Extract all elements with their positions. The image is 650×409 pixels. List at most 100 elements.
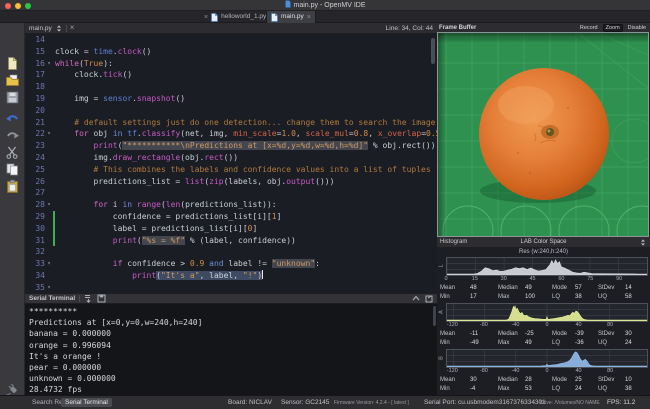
stat-value: 49	[525, 340, 532, 346]
code-line[interactable]: 21 # default settings just do one detect…	[25, 117, 437, 129]
code-line[interactable]: 18	[25, 81, 437, 93]
editor-scrollbar[interactable]	[431, 36, 435, 291]
color-space-select[interactable]: LAB Color Space	[437, 239, 650, 245]
code-line[interactable]: 19 img = sensor.snapshot()	[25, 93, 437, 105]
stat-label: Min	[440, 386, 450, 392]
tab-helloworld[interactable]: × helloworld_1.py	[200, 11, 270, 23]
code-line[interactable]: 30 label = predictions_list[i][0]	[25, 223, 437, 235]
code-line[interactable]: 15clock = time.clock()	[25, 46, 437, 58]
terminal-line: 28.4732 fps	[29, 384, 437, 395]
stat-label: Mode	[552, 285, 567, 291]
gutter-space	[45, 34, 53, 46]
zoom-button[interactable]: Zoom	[603, 24, 623, 32]
terminal-scrollbar[interactable]	[433, 306, 436, 326]
document-icon	[285, 0, 291, 8]
gutter-space	[45, 93, 53, 105]
stat-value: 24	[625, 340, 632, 346]
updown-icon[interactable]	[639, 238, 647, 247]
code-line[interactable]: 28▾ for i in range(len(predictions_list)…	[25, 199, 437, 211]
code-text: if confidence > 0.9 and label != "unknow…	[55, 258, 437, 270]
close-document-icon[interactable]: ×	[70, 24, 75, 32]
tab-label: main.py	[281, 11, 304, 23]
code-line[interactable]: 16▾while(True):	[25, 58, 437, 70]
code-line[interactable]: 22▾ for obj in tf.classify(net, img, min…	[25, 128, 437, 140]
line-number: 17	[25, 69, 45, 81]
copy-button[interactable]	[5, 162, 20, 177]
serial-terminal-tab[interactable]: Serial Terminal	[61, 398, 112, 407]
axis-tick-label: 0	[545, 368, 548, 374]
code-line[interactable]: 35▾	[25, 282, 437, 293]
stat-value: 28	[525, 377, 532, 383]
disable-button[interactable]: Disable	[626, 24, 648, 32]
tab-main[interactable]: main.py ×	[266, 11, 316, 23]
code-line[interactable]: 26 predictions_list = list(zip(labels, o…	[25, 176, 437, 188]
record-button[interactable]: Record	[578, 24, 600, 32]
stat-label: LQ	[552, 386, 560, 392]
line-number: 21	[25, 117, 45, 129]
line-number: 20	[25, 105, 45, 117]
terminal-line: It's a orange !	[29, 351, 437, 362]
fold-icon[interactable]: ▾	[45, 199, 53, 211]
stat-value: 49	[525, 285, 532, 291]
log-file-icon[interactable]	[84, 294, 93, 303]
stat-label: Mean	[440, 377, 455, 383]
stat-value: 57	[575, 285, 582, 291]
axis-tick-label: 80	[607, 322, 613, 328]
code-line[interactable]: 29 confidence = predictions_list[i][1]	[25, 211, 437, 223]
document-selector[interactable]: main.py	[29, 25, 52, 32]
line-number: 23	[25, 140, 45, 152]
code-line[interactable]: 23 print("***********\nPredictions at [x…	[25, 140, 437, 152]
code-line[interactable]: 17 clock.tick()	[25, 69, 437, 81]
fold-icon[interactable]: ▾	[45, 282, 53, 293]
code-line[interactable]: 20	[25, 105, 437, 117]
code-line[interactable]: 32	[25, 246, 437, 258]
code-line[interactable]: 27	[25, 187, 437, 199]
cut-button[interactable]	[5, 145, 20, 160]
gutter-space	[45, 105, 53, 117]
status-item: FPS: 11.2	[607, 399, 635, 406]
code-line[interactable]: 33▾ if confidence > 0.9 and label != "un…	[25, 258, 437, 270]
code-editor[interactable]: 1415clock = time.clock()16▾while(True):1…	[25, 34, 437, 293]
code-text: label = predictions_list[i][0]	[55, 223, 437, 235]
editor-tab-bar: × helloworld_1.py main.py ×	[0, 11, 650, 23]
axis-tick-label: 30	[501, 276, 507, 282]
undo-button[interactable]	[5, 111, 20, 126]
frame-buffer-view[interactable]	[437, 32, 649, 237]
save-file-button[interactable]	[5, 90, 20, 105]
code-line[interactable]: 25 # This combines the labels and confid…	[25, 164, 437, 176]
gutter-space	[45, 140, 53, 152]
gutter-space	[45, 69, 53, 81]
stat-label: UQ	[598, 294, 607, 300]
axis-tick-label: -80	[480, 368, 488, 374]
serial-terminal-output[interactable]: **********Predictions at [x=0,y=0,w=240,…	[25, 304, 437, 395]
new-file-button[interactable]	[5, 56, 20, 71]
save-log-icon[interactable]	[97, 294, 106, 303]
collapse-terminal-icon[interactable]	[412, 295, 420, 302]
code-line[interactable]: 24 img.draw_rectangle(obj.rect())	[25, 152, 437, 164]
scrollbar-thumb[interactable]	[431, 38, 435, 64]
axis-tick-label: 80	[607, 368, 613, 374]
close-tab-icon[interactable]: ×	[307, 14, 311, 21]
stat-label: Max	[498, 294, 509, 300]
stat-label: StDev	[598, 377, 614, 383]
detach-terminal-icon[interactable]	[425, 295, 433, 303]
line-number: 22	[25, 128, 45, 140]
code-line[interactable]: 34 print("It's a", label, "!")	[25, 270, 437, 282]
histogram-plot	[446, 349, 648, 368]
open-file-button[interactable]	[5, 73, 20, 88]
close-tab-icon[interactable]: ×	[204, 14, 208, 21]
redo-button[interactable]	[5, 128, 20, 143]
serial-terminal-header: Serial Terminal	[25, 293, 437, 304]
code-line[interactable]: 31 print("%s = %f" % (label, confidence)…	[25, 235, 437, 247]
fold-icon[interactable]: ▾	[45, 58, 53, 70]
fold-icon[interactable]: ▾	[45, 258, 53, 270]
gutter-space	[45, 223, 53, 235]
updown-icon[interactable]	[55, 24, 63, 33]
window-title: main.py - OpenMV IDE	[0, 0, 650, 11]
paste-button[interactable]	[5, 179, 20, 194]
code-line[interactable]: 14	[25, 34, 437, 46]
channel-label: A	[439, 308, 445, 317]
stat-value: -11	[470, 331, 478, 337]
code-text: for obj in tf.classify(net, img, min_sca…	[55, 128, 437, 140]
fold-icon[interactable]: ▾	[45, 128, 53, 140]
